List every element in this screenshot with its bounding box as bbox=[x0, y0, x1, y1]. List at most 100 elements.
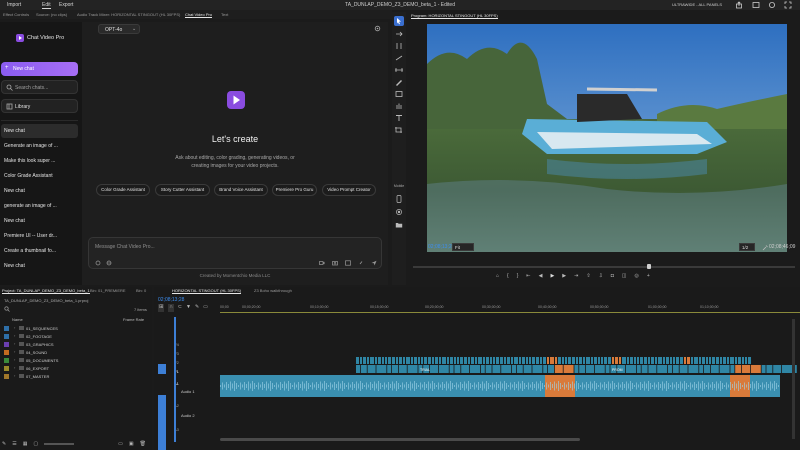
video-icon[interactable] bbox=[319, 260, 325, 266]
gear-icon[interactable] bbox=[374, 25, 381, 32]
video-clip[interactable] bbox=[735, 357, 737, 364]
settings-icon[interactable]: ✎ bbox=[195, 304, 199, 312]
video-clip[interactable] bbox=[454, 357, 456, 364]
video-clip[interactable] bbox=[710, 365, 719, 373]
video-clip[interactable] bbox=[663, 357, 665, 364]
video-clip[interactable] bbox=[363, 357, 366, 364]
video-clip[interactable] bbox=[382, 357, 384, 364]
horizontal-scrollbar[interactable] bbox=[220, 438, 580, 441]
video-clip[interactable] bbox=[723, 357, 726, 364]
workspace-selector[interactable]: ULTRAWIDE - ALL PANELS bbox=[672, 2, 722, 7]
video-clip[interactable] bbox=[547, 357, 549, 364]
video-clip[interactable] bbox=[670, 357, 672, 364]
video-clip[interactable] bbox=[626, 365, 636, 373]
video-clip[interactable] bbox=[709, 357, 711, 364]
record-icon[interactable] bbox=[395, 208, 403, 216]
video-clip[interactable] bbox=[679, 365, 688, 373]
video-clip[interactable] bbox=[392, 357, 395, 364]
video-clip[interactable] bbox=[568, 357, 571, 364]
video-clip[interactable] bbox=[460, 357, 463, 364]
video-clip[interactable] bbox=[640, 357, 643, 364]
video-clip[interactable] bbox=[387, 365, 392, 373]
video-clip[interactable] bbox=[432, 357, 434, 364]
video-clip[interactable] bbox=[579, 365, 586, 373]
chip-premiere-guru[interactable]: Premiere Pro Guru bbox=[272, 184, 317, 196]
video-clip[interactable] bbox=[748, 357, 751, 364]
search-input[interactable]: Search chats... bbox=[1, 80, 78, 94]
source-patch-a1[interactable] bbox=[158, 395, 166, 450]
video-clip[interactable] bbox=[529, 357, 531, 364]
video-clip[interactable] bbox=[598, 357, 600, 364]
step-back-icon[interactable]: ◀ bbox=[539, 273, 543, 279]
video-clip[interactable] bbox=[543, 365, 548, 373]
video-clip[interactable] bbox=[738, 357, 741, 364]
video-clip[interactable] bbox=[727, 357, 729, 364]
add-marker-icon[interactable]: ▼ bbox=[186, 304, 191, 312]
video-clip[interactable] bbox=[563, 365, 574, 373]
settings-icon[interactable] bbox=[95, 260, 101, 266]
video-clip[interactable] bbox=[641, 365, 648, 373]
tab-bin-premiere[interactable]: Bin: 01_PREMIERE bbox=[90, 288, 126, 293]
play-icon[interactable]: ▶ bbox=[550, 273, 554, 279]
program-video-frame[interactable] bbox=[427, 24, 787, 252]
video-clip[interactable] bbox=[648, 365, 657, 373]
tab-audio-mixer[interactable]: Audio Track Mixer: HORIZONTAL STINGOUT (… bbox=[77, 12, 180, 17]
tab-effect-controls[interactable]: Effect Controls bbox=[3, 12, 29, 17]
video-clip[interactable] bbox=[396, 357, 398, 364]
video-clip[interactable] bbox=[612, 357, 614, 364]
share-icon[interactable] bbox=[735, 1, 743, 9]
icon-view-icon[interactable]: ▦ bbox=[23, 441, 28, 447]
video-clip[interactable] bbox=[507, 357, 510, 364]
video-clip[interactable] bbox=[430, 365, 438, 373]
video-clip[interactable] bbox=[392, 365, 398, 373]
zoom-slider[interactable] bbox=[44, 442, 75, 445]
image-icon[interactable] bbox=[345, 260, 351, 266]
video-clip[interactable] bbox=[594, 357, 597, 364]
video-clip[interactable] bbox=[540, 357, 542, 364]
video-clip[interactable] bbox=[619, 357, 621, 364]
video-clip[interactable] bbox=[360, 357, 362, 364]
video-clip[interactable] bbox=[594, 365, 605, 373]
mobile-icon[interactable] bbox=[395, 195, 403, 203]
video-clip[interactable] bbox=[579, 357, 582, 364]
video-clip[interactable] bbox=[532, 365, 543, 373]
chip-brand-voice[interactable]: Brand Voice Assistant bbox=[214, 184, 268, 196]
video-clip[interactable] bbox=[666, 357, 669, 364]
timeline-timecode[interactable]: 02;08;13;28 bbox=[158, 297, 184, 303]
add-button-icon[interactable]: + bbox=[647, 273, 650, 279]
wrench-icon[interactable] bbox=[762, 244, 769, 251]
video-clip[interactable] bbox=[615, 357, 618, 364]
video-clip[interactable] bbox=[536, 357, 539, 364]
video-clip[interactable] bbox=[702, 357, 705, 364]
video-clip[interactable] bbox=[367, 357, 369, 364]
video-clip[interactable] bbox=[526, 357, 528, 364]
quality-dropdown[interactable]: 1/2 bbox=[739, 243, 755, 251]
bin-row[interactable]: › 05_DOCUMENTS bbox=[4, 357, 152, 364]
video-clip[interactable] bbox=[554, 365, 563, 373]
video-clip[interactable] bbox=[644, 357, 647, 364]
chip-video-prompt[interactable]: Video Prompt Creator bbox=[322, 184, 376, 196]
video-clip[interactable] bbox=[486, 357, 489, 364]
video-clip[interactable] bbox=[742, 357, 744, 364]
video-clip[interactable] bbox=[636, 365, 641, 373]
tab-text[interactable]: Text bbox=[221, 12, 228, 17]
chat-item[interactable]: New chat bbox=[4, 218, 25, 224]
expand-icon[interactable]: › bbox=[14, 373, 15, 378]
chat-item[interactable]: Generate an image of ... bbox=[4, 143, 58, 149]
video-clip[interactable] bbox=[475, 357, 477, 364]
video-clip[interactable] bbox=[548, 365, 554, 373]
video-clip[interactable] bbox=[450, 357, 453, 364]
video-clip[interactable] bbox=[716, 357, 719, 364]
video-clip[interactable] bbox=[370, 357, 374, 364]
video-clip[interactable] bbox=[414, 357, 417, 364]
paperclip-icon[interactable] bbox=[358, 260, 364, 266]
video-clip[interactable] bbox=[637, 357, 639, 364]
video-clip[interactable] bbox=[376, 365, 387, 373]
video-clip[interactable] bbox=[522, 357, 525, 364]
video-clip[interactable] bbox=[562, 357, 564, 364]
video-clip[interactable] bbox=[761, 365, 766, 373]
video-clip[interactable] bbox=[604, 357, 607, 364]
send-icon[interactable] bbox=[371, 260, 377, 266]
expand-icon[interactable]: › bbox=[14, 333, 15, 338]
source-patch-v1[interactable] bbox=[158, 364, 166, 374]
